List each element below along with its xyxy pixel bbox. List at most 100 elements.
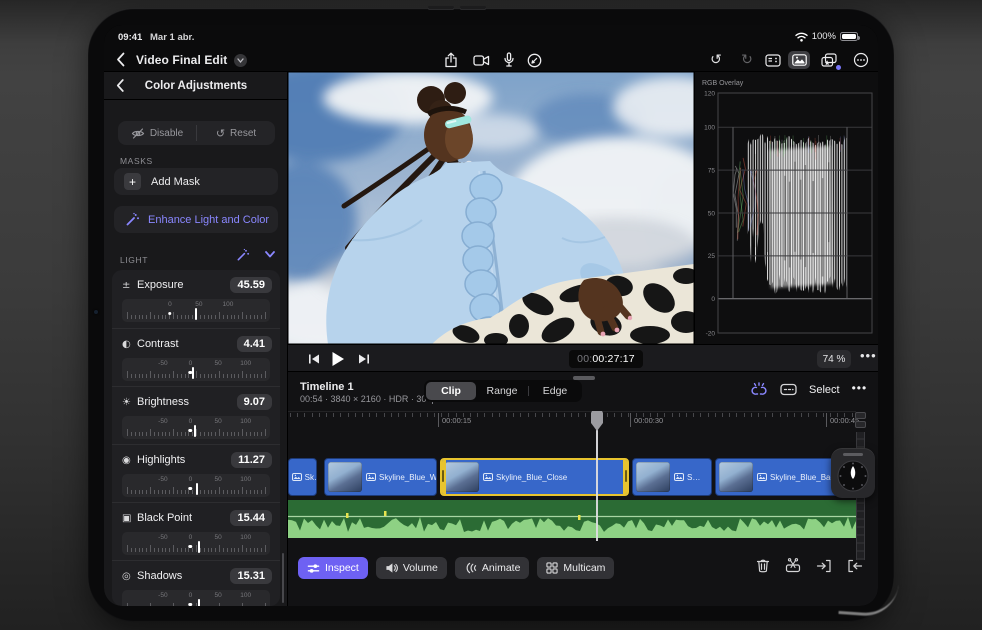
mode-range[interactable]: Range: [477, 382, 527, 400]
edit-mode-segmented-control: Clip Range Edge: [424, 380, 582, 402]
inspector-icon[interactable]: [762, 51, 784, 69]
slider-scale-label: 50: [214, 592, 222, 599]
record-video-icon[interactable]: [470, 51, 492, 69]
slider-thumb[interactable]: [195, 308, 198, 320]
slider-scale-label: 0: [188, 418, 193, 425]
insert-left-icon[interactable]: [816, 559, 832, 573]
timeline-clip[interactable]: Sk…: [288, 458, 317, 496]
jog-wheel[interactable]: [831, 448, 875, 498]
slider-4-icon: ▣: [122, 512, 132, 524]
timeline-more-icon[interactable]: •••: [852, 381, 868, 395]
play-button[interactable]: [328, 351, 348, 367]
redo-icon[interactable]: ↻: [736, 51, 758, 69]
slider-value[interactable]: 15.31: [230, 568, 272, 584]
volume-button[interactable]: Volume: [375, 557, 447, 579]
reset-icon: ↺: [215, 126, 226, 140]
slider-value[interactable]: 4.41: [236, 336, 272, 352]
slider-thumb[interactable]: [191, 367, 194, 379]
viewer-frame-image: [288, 72, 694, 344]
collapse-chevron-icon[interactable]: [264, 248, 276, 260]
inspect-icon: [307, 562, 320, 575]
more-icon[interactable]: [850, 51, 872, 69]
slider-thumb[interactable]: [195, 483, 198, 495]
media-browser-icon[interactable]: [788, 51, 810, 69]
select-button[interactable]: Select: [809, 384, 840, 396]
sidebar-scrollbar[interactable]: [281, 553, 284, 603]
share-icon[interactable]: [440, 51, 462, 69]
inspect-button[interactable]: Inspect: [298, 557, 368, 579]
effects-browser-icon[interactable]: [818, 51, 841, 70]
slider-thumb[interactable]: [194, 425, 197, 437]
battery-icon: [840, 32, 860, 41]
slider-ruler-control[interactable]: -50 0 50 100: [122, 590, 270, 606]
magic-wand-icon: [126, 212, 139, 226]
timeline-clip[interactable]: S…: [632, 458, 712, 496]
multicam-icon: [546, 562, 559, 574]
microphone-icon[interactable]: [498, 51, 520, 69]
viewer-zoom-button[interactable]: 74 %: [817, 350, 851, 368]
slider-exposure: ± Exposure 45.59 0 50 100: [112, 270, 280, 328]
timeline-ruler[interactable]: 00:00:15 00:00:30 00:00:45: [288, 411, 859, 429]
auto-enhance-icon[interactable]: [236, 248, 250, 262]
add-mask-button[interactable]: + Add Mask: [114, 168, 278, 195]
skimming-icon[interactable]: [780, 383, 797, 396]
multicam-button[interactable]: Multicam: [537, 557, 615, 579]
slider-5-icon: ◎: [122, 570, 131, 582]
slider-thumb[interactable]: [198, 541, 200, 553]
slider-scale-label: 100: [240, 418, 252, 425]
timeline-clip[interactable]: Skyline_Blue_Wide: [324, 458, 437, 496]
status-date: Mar 1 abr.: [150, 32, 195, 43]
slider-ruler-control[interactable]: -50 0 50 100: [122, 416, 270, 439]
scope-axis-label: 75: [708, 167, 716, 174]
slider-1-icon: ◐: [122, 338, 131, 350]
slider-scale-label: 0: [188, 476, 193, 483]
animate-button[interactable]: Animate: [454, 557, 530, 579]
disable-reset-group: Disable ↺ Reset: [118, 121, 275, 145]
playhead-line: [596, 429, 598, 541]
undo-icon[interactable]: ↺: [705, 51, 727, 69]
clip-trim-handle-right[interactable]: [623, 460, 627, 494]
slider-ruler-control[interactable]: -50 0 50 100: [122, 532, 270, 555]
slider-scale-label: 50: [214, 476, 222, 483]
timeline-title: Timeline 1: [300, 381, 354, 393]
slider-ruler-control[interactable]: -50 0 50 100: [122, 358, 270, 381]
slider-value[interactable]: 15.44: [230, 510, 272, 526]
volume-icon: [385, 562, 398, 574]
clip-trim-handle-left[interactable]: [442, 460, 446, 494]
split-clip-icon[interactable]: [785, 558, 801, 573]
slider-zero-dot: [188, 602, 193, 606]
clip-thumbnail: [636, 462, 670, 492]
project-menu-chevron-icon[interactable]: [234, 54, 247, 67]
jog-dial-icon: [837, 460, 869, 492]
slider-value[interactable]: 45.59: [230, 277, 272, 293]
slider-thumb[interactable]: [197, 599, 200, 606]
slider-ruler-control[interactable]: -50 0 50 100: [122, 474, 270, 497]
status-bar: 09:41 Mar 1 abr. 100%: [104, 25, 878, 48]
slider-name: Exposure: [137, 279, 184, 291]
disable-button[interactable]: Disable: [118, 121, 196, 145]
scope-axis-label: 100: [704, 125, 715, 132]
slider-value[interactable]: 9.07: [236, 394, 272, 410]
clip-media-icon: [757, 473, 767, 481]
audio-track[interactable]: [288, 500, 860, 538]
skip-back-button[interactable]: [304, 351, 324, 367]
timecode-display[interactable]: 00: 00:27:17: [569, 350, 643, 368]
enhance-light-color-button[interactable]: Enhance Light and Color: [114, 206, 278, 233]
skip-forward-button[interactable]: [354, 351, 374, 367]
delete-icon[interactable]: [756, 558, 770, 573]
annotate-icon[interactable]: [523, 51, 545, 69]
reset-button[interactable]: ↺ Reset: [197, 121, 275, 145]
slider-ruler-control[interactable]: 0 50 100: [122, 299, 270, 322]
ruler-time-label: 00:00:15: [442, 416, 472, 425]
clip-connections-icon[interactable]: [750, 382, 768, 397]
slider-highlights: ◉ Highlights 11.27 -50 0 50 100: [112, 444, 280, 502]
light-section-header: LIGHT: [120, 248, 276, 265]
project-title[interactable]: Video Final Edit: [136, 53, 227, 67]
viewer-more-icon[interactable]: •••: [860, 348, 877, 363]
back-icon[interactable]: [116, 52, 125, 67]
timeline-clip[interactable]: Skyline_Blue_Close: [440, 458, 629, 496]
mode-clip[interactable]: Clip: [426, 382, 476, 400]
mode-edge[interactable]: Edge: [530, 382, 580, 400]
slider-value[interactable]: 11.27: [231, 452, 272, 468]
slider-scale-label: -50: [158, 360, 168, 367]
